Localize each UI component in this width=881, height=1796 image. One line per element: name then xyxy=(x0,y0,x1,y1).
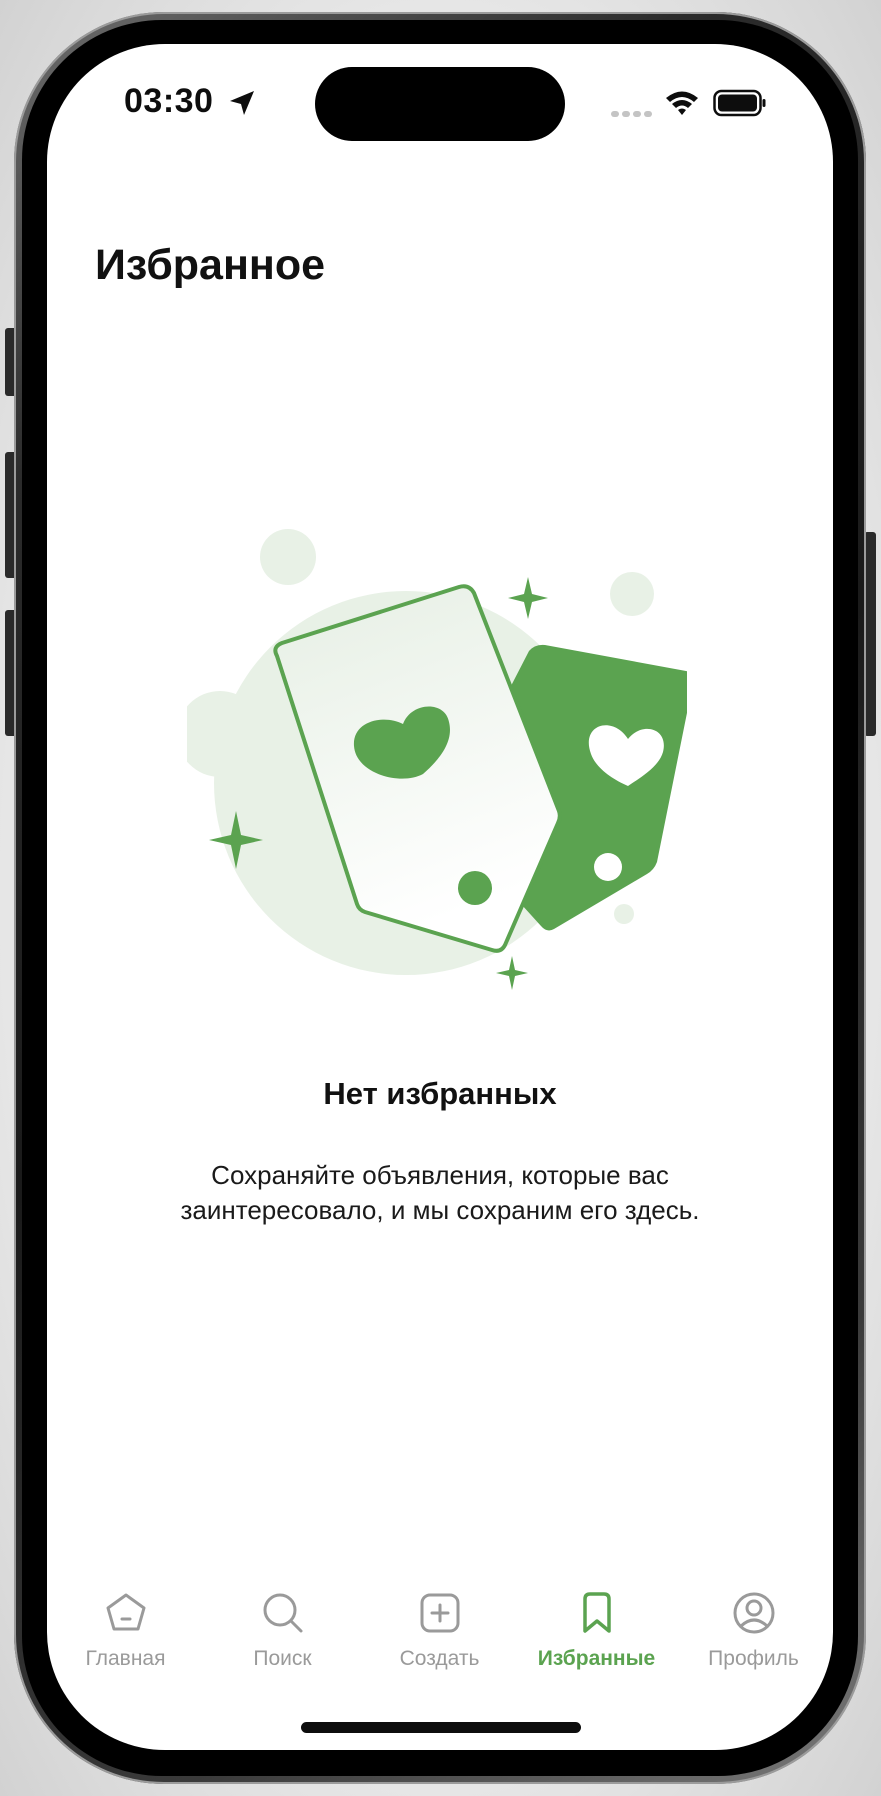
dynamic-island xyxy=(315,67,565,141)
home-icon xyxy=(106,1593,145,1631)
bookmark-icon xyxy=(582,1592,611,1633)
tab-favorites-label: Избранные xyxy=(537,1647,656,1670)
tab-home[interactable]: Главная xyxy=(47,1589,204,1689)
tab-create-label: Создать xyxy=(399,1647,480,1670)
home-indicator[interactable] xyxy=(301,1722,581,1733)
screen: 03:30 Избранное Нет избранных Сохраняйте… xyxy=(47,44,833,1750)
empty-state-description: Сохраняйте объявления, которые вас заинт… xyxy=(137,1158,743,1228)
cellular-signal-icon xyxy=(611,111,652,117)
tab-profile[interactable]: Профиль xyxy=(675,1589,832,1689)
tab-search-label: Поиск xyxy=(253,1647,312,1670)
tab-search[interactable]: Поиск xyxy=(204,1589,361,1689)
tab-home-label: Главная xyxy=(85,1647,166,1670)
tab-bar: Главная Поиск Создать Избранные Профиль xyxy=(47,1589,833,1699)
empty-state-title: Нет избранных xyxy=(323,1076,557,1111)
add-icon xyxy=(420,1593,459,1633)
empty-state-description-line1: Сохраняйте объявления, которые вас xyxy=(211,1160,669,1190)
tab-create[interactable]: Создать xyxy=(361,1589,518,1689)
wifi-icon xyxy=(666,91,698,115)
empty-state-description-line2: заинтересовало, и мы сохраним его здесь. xyxy=(180,1195,700,1225)
search-icon xyxy=(263,1593,302,1633)
profile-icon xyxy=(733,1592,774,1634)
battery-icon xyxy=(713,89,766,117)
location-arrow-icon xyxy=(230,91,254,115)
empty-favorites-illustration xyxy=(187,529,687,990)
tab-profile-label: Профиль xyxy=(708,1647,799,1670)
status-time: 03:30 xyxy=(124,82,214,120)
page-title: Избранное xyxy=(95,241,326,289)
tab-favorites[interactable]: Избранные xyxy=(518,1589,675,1689)
